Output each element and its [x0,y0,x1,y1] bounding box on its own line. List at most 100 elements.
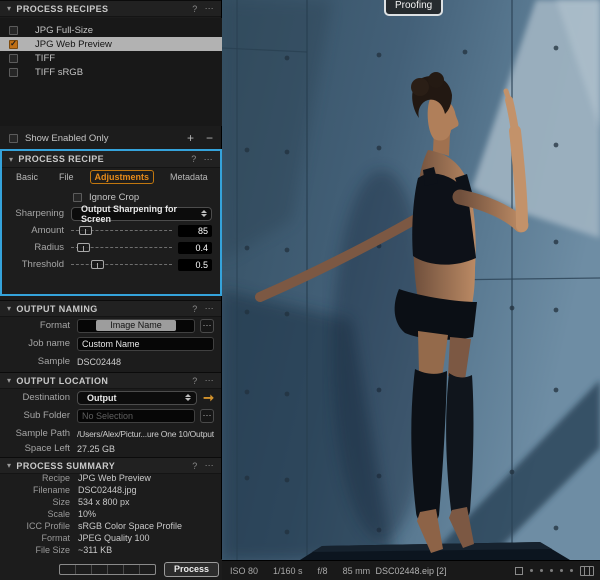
threshold-value[interactable]: 0.5 [178,259,212,271]
amount-slider-track[interactable] [71,226,172,235]
summary-value: sRGB Color Space Profile [78,521,182,531]
format-token[interactable]: Image Name [96,320,176,331]
output-location-title: OUTPUT LOCATION [16,376,108,386]
space-left-value: 27.25 GB [77,444,115,454]
recipe-row-tiff-srgb[interactable]: TIFF sRGB [0,65,222,79]
more-icon[interactable]: ⋯ [205,460,214,471]
process-summary-header[interactable]: ▾ PROCESS SUMMARY ? ⋯ [0,457,221,474]
summary-row-format: Format JPEG Quality 100 [0,533,222,545]
sub-folder-row: Sub Folder No Selection ⋯ [0,408,222,423]
help-icon[interactable]: ? [192,4,197,14]
chevron-down-icon: ▾ [9,155,13,164]
sub-folder-placeholder: No Selection [82,411,133,421]
recipes-list: JPG Full-Size ✓ JPG Web Preview TIFF TIF… [0,18,222,126]
output-location-header[interactable]: ▾ OUTPUT LOCATION ? ⋯ [0,372,221,389]
recipe-checkbox[interactable] [9,26,18,35]
sample-path-value: /Users/Alex/Pictur...ure One 10/Output [77,429,214,439]
summary-row-filename: Filename DSC02448.jpg [0,485,222,497]
recipe-row-tiff[interactable]: TIFF [0,51,222,65]
filmstrip-icon[interactable] [580,566,594,576]
tab-adjustments[interactable]: Adjustments [90,170,155,184]
help-icon[interactable]: ? [192,461,197,471]
show-enabled-only-checkbox[interactable] [9,134,18,143]
summary-value: 10% [78,509,96,519]
image-viewer[interactable] [222,0,600,560]
summary-label: Recipe [8,473,70,483]
recipe-checkbox[interactable] [9,54,18,63]
job-name-input[interactable]: Custom Name [77,337,214,351]
sub-folder-label: Sub Folder [8,410,70,421]
tab-basic[interactable]: Basic [11,170,43,184]
recipe-label: JPG Web Preview [35,39,112,50]
format-input[interactable]: Image Name [77,319,195,333]
output-naming-header[interactable]: ▾ OUTPUT NAMING ? ⋯ [0,300,221,317]
open-folder-arrow-icon[interactable]: ➞ [203,391,214,404]
recipe-tabs: Basic File Adjustments Metadata Watermar… [2,168,220,186]
recipe-checkbox[interactable] [9,68,18,77]
summary-label: ICC Profile [8,521,70,531]
rating-dot-icon[interactable] [550,569,553,572]
rating-dot-icon[interactable] [540,569,543,572]
capture-one-window: ▾ PROCESS RECIPES ? ⋯ JPG Full-Size ✓ JP… [0,0,600,580]
threshold-slider-row: Threshold 0.5 [2,257,220,272]
radius-slider-handle[interactable] [77,243,90,252]
sharpening-dropdown[interactable]: Output Sharpening for Screen [71,207,212,221]
destination-value: Output [87,393,117,403]
summary-value: 534 x 800 px [78,497,130,507]
ignore-crop-row: Ignore Crop [2,190,220,204]
more-icon[interactable]: ⋯ [205,3,214,14]
color-tag-icon[interactable] [515,567,523,575]
sample-row: Sample DSC02448 [0,354,222,369]
recipe-row-jpg-full-size[interactable]: JPG Full-Size [0,23,222,37]
chevron-down-icon: ▾ [7,4,11,13]
more-icon[interactable]: ⋯ [204,154,213,165]
help-icon[interactable]: ? [192,376,197,386]
sharpening-value: Output Sharpening for Screen [81,204,198,224]
show-enabled-only-label: Show Enabled Only [25,133,108,144]
rating-dot-icon[interactable] [570,569,573,572]
tab-metadata[interactable]: Metadata [165,170,213,184]
more-icon[interactable]: ⋯ [205,303,214,314]
radius-value[interactable]: 0.4 [178,242,212,254]
format-options-button[interactable]: ⋯ [200,319,214,333]
sample-path-label: Sample Path [8,428,70,439]
ignore-crop-label: Ignore Crop [89,192,139,203]
process-button[interactable]: Process [164,562,219,577]
amount-slider-handle[interactable] [79,226,92,235]
add-recipe-button[interactable]: + [187,132,194,144]
amount-value[interactable]: 85 [178,225,212,237]
process-progress-bar [59,564,156,575]
help-icon[interactable]: ? [191,154,196,164]
stepper-icon [198,208,209,220]
viewer-status-bar: ISO 80 1/160 s f/8 85 mm DSC02448.eip [2… [222,560,600,580]
proofing-tooltip: Proofing [384,0,443,16]
process-bottom-row: Process [0,559,222,580]
rating-dot-icon[interactable] [560,569,563,572]
sub-folder-input[interactable]: No Selection [77,409,195,423]
summary-value: ~311 KB [78,545,112,555]
process-recipes-header[interactable]: ▾ PROCESS RECIPES ? ⋯ [0,0,221,17]
destination-dropdown[interactable]: Output [77,391,197,405]
recipe-row-jpg-web-preview[interactable]: ✓ JPG Web Preview [0,37,222,51]
ignore-crop-checkbox[interactable] [73,193,82,202]
sub-folder-options-button[interactable]: ⋯ [200,409,214,423]
sharpening-label: Sharpening [2,208,64,219]
remove-recipe-button[interactable]: − [206,132,213,144]
process-recipe-header[interactable]: ▾ PROCESS RECIPE ? ⋯ [2,151,220,168]
rating-dot-icon[interactable] [530,569,533,572]
process-recipes-title: PROCESS RECIPES [16,4,108,14]
radius-slider-track[interactable] [71,243,172,252]
help-icon[interactable]: ? [192,304,197,314]
summary-value: DSC02448.jpg [78,485,137,495]
recipe-label: TIFF [35,53,55,64]
output-naming-title: OUTPUT NAMING [16,304,97,314]
threshold-slider-track[interactable] [71,260,172,269]
tab-file[interactable]: File [54,170,79,184]
recipe-checkbox-checked[interactable]: ✓ [9,40,18,49]
summary-value: JPEG Quality 100 [78,533,150,543]
sharpening-row: Sharpening Output Sharpening for Screen [2,206,220,221]
summary-value: JPG Web Preview [78,473,151,483]
more-icon[interactable]: ⋯ [205,375,214,386]
recipe-label: TIFF sRGB [35,67,83,78]
threshold-slider-handle[interactable] [91,260,104,269]
